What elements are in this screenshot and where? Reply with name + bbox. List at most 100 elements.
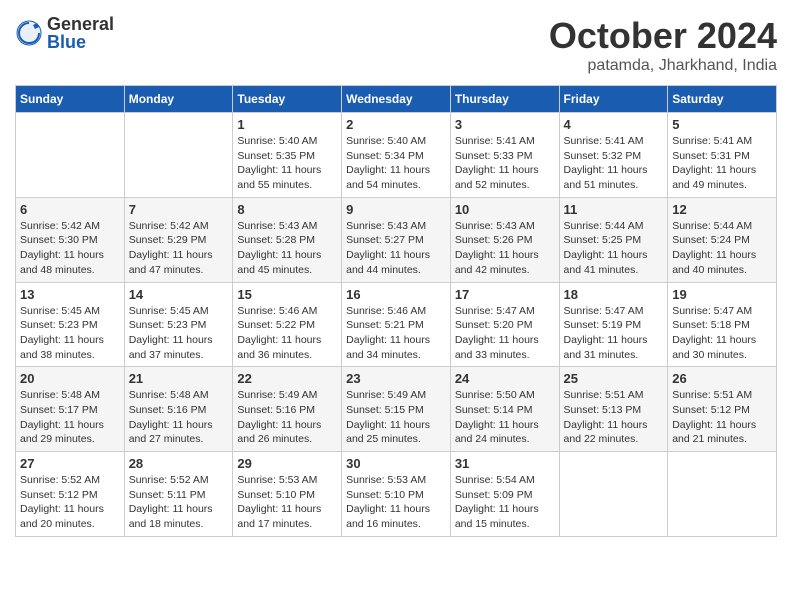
day-info: Sunrise: 5:51 AM Sunset: 5:13 PM Dayligh… <box>564 388 664 447</box>
calendar-cell: 6 Sunrise: 5:42 AM Sunset: 5:30 PM Daylig… <box>16 197 125 282</box>
calendar-cell: 24Sunrise: 5:50 AM Sunset: 5:14 PM Dayli… <box>450 367 559 452</box>
day-info: Sunrise: 5:49 AM Sunset: 5:15 PM Dayligh… <box>346 388 446 447</box>
calendar-cell: 29 Sunrise: 5:53 AM Sunset: 5:10 PM Dayli… <box>233 452 342 537</box>
calendar-cell: 11Sunrise: 5:44 AM Sunset: 5:25 PM Dayli… <box>559 197 668 282</box>
day-info: Sunrise: 5:47 AM Sunset: 5:18 PM Dayligh… <box>672 304 772 363</box>
header-tuesday: Tuesday <box>233 86 342 113</box>
day-number: 14 <box>129 287 229 302</box>
calendar-cell: 2Sunrise: 5:40 AM Sunset: 5:34 PM Daylig… <box>342 113 451 198</box>
day-info: Sunrise: 5:50 AM Sunset: 5:14 PM Dayligh… <box>455 388 555 447</box>
day-info: Sunrise: 5:45 AM Sunset: 5:23 PM Dayligh… <box>20 304 120 363</box>
logo-text: General Blue <box>47 15 114 51</box>
calendar-cell: 7Sunrise: 5:42 AM Sunset: 5:29 PM Daylig… <box>124 197 233 282</box>
location: patamda, Jharkhand, India <box>549 57 777 75</box>
header-row: Sunday Monday Tuesday Wednesday Thursday… <box>16 86 777 113</box>
calendar-cell: 9 Sunrise: 5:43 AM Sunset: 5:27 PM Daylig… <box>342 197 451 282</box>
calendar-cell: 10 Sunrise: 5:43 AM Sunset: 5:26 PM Dayli… <box>450 197 559 282</box>
day-info: Sunrise: 5:53 AM Sunset: 5:10 PM Dayligh… <box>237 473 337 532</box>
calendar-week-3: 13 Sunrise: 5:45 AM Sunset: 5:23 PM Dayli… <box>16 282 777 367</box>
day-number: 21 <box>129 371 229 386</box>
calendar-body: 1Sunrise: 5:40 AM Sunset: 5:35 PM Daylig… <box>16 113 777 537</box>
header-friday: Friday <box>559 86 668 113</box>
day-number: 9 <box>346 202 446 217</box>
day-number: 3 <box>455 117 555 132</box>
calendar: Sunday Monday Tuesday Wednesday Thursday… <box>15 85 777 537</box>
title-area: October 2024 patamda, Jharkhand, India <box>549 15 777 75</box>
calendar-cell: 23Sunrise: 5:49 AM Sunset: 5:15 PM Dayli… <box>342 367 451 452</box>
calendar-cell <box>16 113 125 198</box>
logo-blue: Blue <box>47 33 114 51</box>
calendar-cell: 8Sunrise: 5:43 AM Sunset: 5:28 PM Daylig… <box>233 197 342 282</box>
day-info: Sunrise: 5:52 AM Sunset: 5:11 PM Dayligh… <box>129 473 229 532</box>
calendar-cell: 26 Sunrise: 5:51 AM Sunset: 5:12 PM Dayli… <box>668 367 777 452</box>
day-number: 4 <box>564 117 664 132</box>
calendar-week-5: 27Sunrise: 5:52 AM Sunset: 5:12 PM Dayli… <box>16 452 777 537</box>
day-number: 18 <box>564 287 664 302</box>
day-info: Sunrise: 5:48 AM Sunset: 5:16 PM Dayligh… <box>129 388 229 447</box>
day-number: 16 <box>346 287 446 302</box>
header-saturday: Saturday <box>668 86 777 113</box>
calendar-cell: 1Sunrise: 5:40 AM Sunset: 5:35 PM Daylig… <box>233 113 342 198</box>
calendar-week-4: 20Sunrise: 5:48 AM Sunset: 5:17 PM Dayli… <box>16 367 777 452</box>
header-monday: Monday <box>124 86 233 113</box>
day-number: 17 <box>455 287 555 302</box>
month-title: October 2024 <box>549 15 777 57</box>
day-number: 5 <box>672 117 772 132</box>
calendar-week-1: 1Sunrise: 5:40 AM Sunset: 5:35 PM Daylig… <box>16 113 777 198</box>
day-info: Sunrise: 5:45 AM Sunset: 5:23 PM Dayligh… <box>129 304 229 363</box>
calendar-cell: 28 Sunrise: 5:52 AM Sunset: 5:11 PM Dayli… <box>124 452 233 537</box>
calendar-cell: 30Sunrise: 5:53 AM Sunset: 5:10 PM Dayli… <box>342 452 451 537</box>
day-number: 19 <box>672 287 772 302</box>
day-info: Sunrise: 5:44 AM Sunset: 5:24 PM Dayligh… <box>672 219 772 278</box>
day-number: 20 <box>20 371 120 386</box>
calendar-cell: 13 Sunrise: 5:45 AM Sunset: 5:23 PM Dayli… <box>16 282 125 367</box>
day-info: Sunrise: 5:43 AM Sunset: 5:26 PM Dayligh… <box>455 219 555 278</box>
day-number: 29 <box>237 456 337 471</box>
calendar-cell: 27Sunrise: 5:52 AM Sunset: 5:12 PM Dayli… <box>16 452 125 537</box>
logo: General Blue <box>15 15 114 51</box>
calendar-cell: 15Sunrise: 5:46 AM Sunset: 5:22 PM Dayli… <box>233 282 342 367</box>
day-number: 2 <box>346 117 446 132</box>
day-info: Sunrise: 5:40 AM Sunset: 5:35 PM Dayligh… <box>237 134 337 193</box>
day-number: 6 <box>20 202 120 217</box>
day-number: 30 <box>346 456 446 471</box>
calendar-week-2: 6 Sunrise: 5:42 AM Sunset: 5:30 PM Daylig… <box>16 197 777 282</box>
calendar-cell: 22Sunrise: 5:49 AM Sunset: 5:16 PM Dayli… <box>233 367 342 452</box>
calendar-cell: 16Sunrise: 5:46 AM Sunset: 5:21 PM Dayli… <box>342 282 451 367</box>
day-info: Sunrise: 5:54 AM Sunset: 5:09 PM Dayligh… <box>455 473 555 532</box>
page-header: General Blue October 2024 patamda, Jhark… <box>15 15 777 75</box>
day-info: Sunrise: 5:41 AM Sunset: 5:32 PM Dayligh… <box>564 134 664 193</box>
day-info: Sunrise: 5:41 AM Sunset: 5:31 PM Dayligh… <box>672 134 772 193</box>
day-number: 7 <box>129 202 229 217</box>
day-number: 13 <box>20 287 120 302</box>
day-info: Sunrise: 5:47 AM Sunset: 5:20 PM Dayligh… <box>455 304 555 363</box>
calendar-header: Sunday Monday Tuesday Wednesday Thursday… <box>16 86 777 113</box>
day-number: 12 <box>672 202 772 217</box>
header-thursday: Thursday <box>450 86 559 113</box>
calendar-cell: 31 Sunrise: 5:54 AM Sunset: 5:09 PM Dayli… <box>450 452 559 537</box>
logo-icon <box>15 19 43 47</box>
day-info: Sunrise: 5:51 AM Sunset: 5:12 PM Dayligh… <box>672 388 772 447</box>
calendar-cell: 21 Sunrise: 5:48 AM Sunset: 5:16 PM Dayli… <box>124 367 233 452</box>
calendar-cell <box>559 452 668 537</box>
day-number: 27 <box>20 456 120 471</box>
logo-general: General <box>47 15 114 33</box>
day-number: 8 <box>237 202 337 217</box>
day-number: 31 <box>455 456 555 471</box>
day-info: Sunrise: 5:44 AM Sunset: 5:25 PM Dayligh… <box>564 219 664 278</box>
calendar-cell: 17 Sunrise: 5:47 AM Sunset: 5:20 PM Dayli… <box>450 282 559 367</box>
day-info: Sunrise: 5:42 AM Sunset: 5:30 PM Dayligh… <box>20 219 120 278</box>
header-wednesday: Wednesday <box>342 86 451 113</box>
calendar-cell: 14 Sunrise: 5:45 AM Sunset: 5:23 PM Dayli… <box>124 282 233 367</box>
calendar-cell: 25Sunrise: 5:51 AM Sunset: 5:13 PM Dayli… <box>559 367 668 452</box>
day-info: Sunrise: 5:46 AM Sunset: 5:22 PM Dayligh… <box>237 304 337 363</box>
day-number: 10 <box>455 202 555 217</box>
day-info: Sunrise: 5:49 AM Sunset: 5:16 PM Dayligh… <box>237 388 337 447</box>
day-number: 26 <box>672 371 772 386</box>
day-info: Sunrise: 5:47 AM Sunset: 5:19 PM Dayligh… <box>564 304 664 363</box>
day-info: Sunrise: 5:41 AM Sunset: 5:33 PM Dayligh… <box>455 134 555 193</box>
day-info: Sunrise: 5:43 AM Sunset: 5:27 PM Dayligh… <box>346 219 446 278</box>
day-number: 28 <box>129 456 229 471</box>
calendar-cell: 19 Sunrise: 5:47 AM Sunset: 5:18 PM Dayli… <box>668 282 777 367</box>
calendar-cell <box>124 113 233 198</box>
